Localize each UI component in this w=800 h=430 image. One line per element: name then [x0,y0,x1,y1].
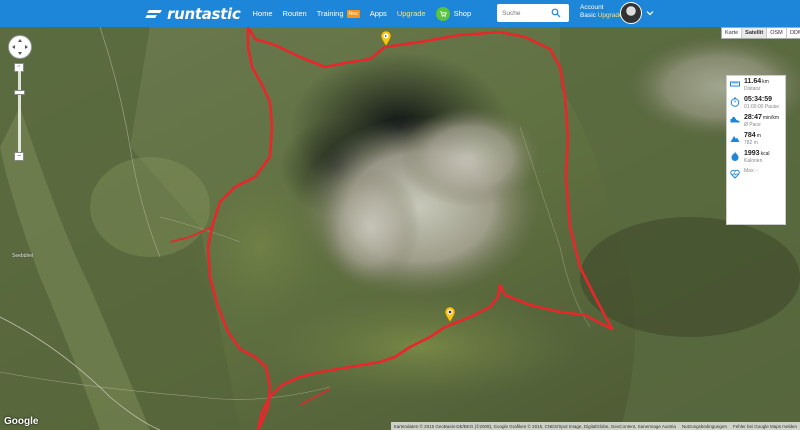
distance-unit: km [762,79,769,85]
nav-home[interactable]: Home [252,9,272,18]
nav-training-label: Training [316,9,344,18]
runtastic-logo-icon [146,9,162,19]
account-menu[interactable]: Account Basic Upgrade [580,4,623,20]
google-logo[interactable]: Google [4,416,38,427]
elevation-gain-value: 784 [744,132,756,139]
place-label-seebuehel: Seebühel [12,253,34,259]
main-nav: Home Routen Training Neu Apps Upgrade Sho… [252,6,481,21]
heart-rate-max-label: Max: - [744,168,758,174]
top-navigation-bar: runtastic Home Routen Training Neu Apps U… [0,0,800,27]
mountain-icon [730,136,740,142]
logo-text: runtastic [167,4,241,23]
map-view[interactable]: Seebühel [0,27,800,430]
stat-calories: 1993kcal Kalorien [730,150,782,164]
duration-value: 05:34:59 [744,96,773,103]
runtastic-logo[interactable]: runtastic [146,0,241,27]
shopping-cart-icon [435,6,450,21]
pan-arrows-icon [12,39,28,55]
ruler-icon [730,81,740,87]
chevron-down-icon[interactable] [646,9,654,17]
new-badge: Neu [346,9,360,18]
zoom-slider-track[interactable] [18,66,21,156]
waypoint-marker-icon[interactable] [444,307,456,323]
account-type: Basic Upgrade [580,12,623,20]
search-input[interactable] [497,9,551,17]
report-error-link[interactable]: Fehler bei Google Maps melden [733,424,797,429]
map-type-switcher: Karte Satellit OSM ODM [721,27,800,39]
map-type-osm[interactable]: OSM [767,28,787,38]
satellite-terrain [0,27,800,430]
account-type-label: Basic [580,12,596,19]
heart-rate-icon [730,169,740,179]
nav-shop-label: Shop [453,9,472,18]
account-upgrade-link[interactable]: Upgrade [598,12,623,19]
map-type-satellit[interactable]: Satellit [742,28,768,38]
stat-elevation: 784m 782 m [730,132,782,146]
nav-upgrade[interactable]: Upgrade [397,9,426,18]
zoom-out-button[interactable]: − [14,152,24,161]
search-box [497,4,569,22]
stopwatch-icon [730,97,740,107]
pace-value: 28:47 [744,114,762,121]
map-type-odm[interactable]: ODM [787,28,800,38]
pace-label: Ø Pace [744,122,761,128]
zoom-slider-handle[interactable] [14,90,25,95]
nav-shop[interactable]: Shop [435,6,472,21]
nav-routen[interactable]: Routen [283,9,307,18]
account-label: Account [580,4,604,11]
pause-label: 01:00:00 Pause [744,104,780,110]
stat-heart-rate: Max: - [730,168,782,179]
calories-value: 1993 [744,150,760,157]
avatar[interactable] [620,2,642,24]
calories-label: Kalorien [744,158,763,164]
flame-icon [731,151,739,161]
elevation-unit: m [756,133,761,139]
nav-training[interactable]: Training Neu [317,9,360,18]
stat-duration: 05:34:59 01:00:00 Pause [730,96,782,110]
shoe-icon [730,117,740,123]
pan-control[interactable] [8,35,32,59]
calories-unit: kcal [760,151,770,157]
stat-pace: 28:47min/km Ø Pace [730,114,782,128]
map-attribution-bar: Kartendaten © 2015 GeoBasis-DE/BKG (©200… [390,422,800,430]
nav-apps[interactable]: Apps [370,9,387,18]
distance-value: 11.64 [744,78,762,85]
stat-distance: 11.64km Distanz [730,78,782,92]
start-marker-icon[interactable] [380,31,392,47]
distance-label: Distanz [744,86,761,92]
pace-unit: min/km [762,115,780,121]
activity-stats-panel: 11.64km Distanz 05:34:59 01:00:00 Pause … [726,75,786,225]
map-type-karte[interactable]: Karte [722,28,743,38]
elevation-loss-label: 782 m [744,140,758,146]
search-icon[interactable] [551,8,561,18]
attribution-text: Kartendaten © 2015 GeoBasis-DE/BKG (©200… [393,423,676,429]
terms-link[interactable]: Nutzungsbedingungen [682,424,727,429]
